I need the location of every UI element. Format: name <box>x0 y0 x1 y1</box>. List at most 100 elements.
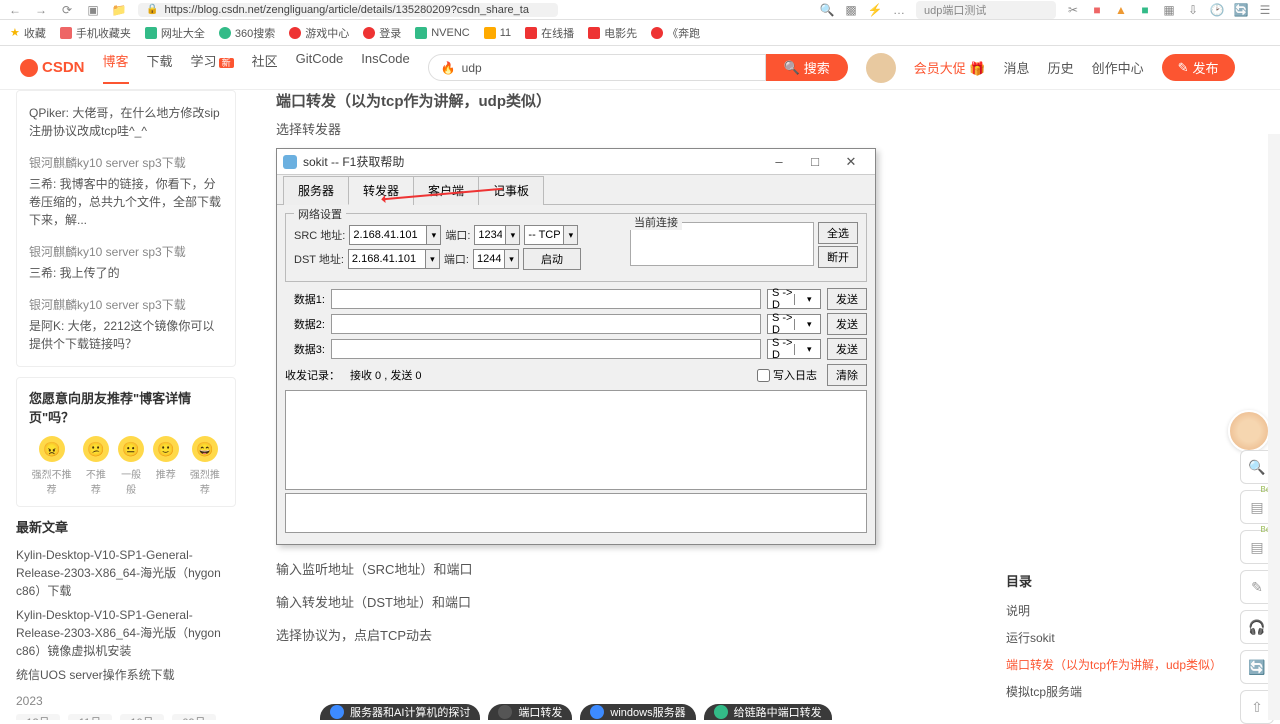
history-icon[interactable]: 🕑 <box>1210 3 1224 17</box>
scissors-icon[interactable]: ✂ <box>1066 3 1080 17</box>
bottom-pill[interactable]: 给链路中端口转发 <box>704 704 832 720</box>
archive-month[interactable]: 12月44篇 <box>16 714 60 720</box>
menu-icon[interactable]: ☰ <box>1258 3 1272 17</box>
article-link[interactable]: Kylin-Desktop-V10-SP1-General-Release-23… <box>16 546 236 600</box>
chevron-down-icon[interactable]: ▾ <box>504 250 518 268</box>
bookmark-item[interactable]: 在线播 <box>525 25 574 41</box>
toc-item[interactable]: 模拟tcp服务端 <box>1006 683 1264 700</box>
dst-ip-combo[interactable]: ▾ <box>348 249 440 269</box>
publish-button[interactable]: ✎ 发布 <box>1162 54 1235 81</box>
ext-icon-1[interactable]: ■ <box>1090 3 1104 17</box>
data3-input[interactable] <box>331 339 761 359</box>
toc-item-active[interactable]: 端口转发（以为tcp作为讲解，udp类似） <box>1006 656 1264 673</box>
tab-server[interactable]: 服务器 <box>283 176 349 205</box>
nav-inscode[interactable]: InsCode <box>361 51 409 84</box>
rating-1[interactable]: 😠强烈不推荐 <box>29 436 74 496</box>
image-icon[interactable]: ▩ <box>844 3 858 17</box>
bookmark-item[interactable]: 360搜索 <box>219 25 275 41</box>
comment-title[interactable]: 银河麒麟ky10 server sp3下载 <box>29 296 223 314</box>
vip-link[interactable]: 会员大促 🎁 <box>914 58 986 77</box>
scrollbar[interactable] <box>1268 134 1280 720</box>
chevron-down-icon[interactable]: ▾ <box>426 226 440 244</box>
bottom-pill[interactable]: 端口转发 <box>488 704 572 720</box>
create-link[interactable]: 创作中心 <box>1092 58 1144 77</box>
search-input[interactable]: 🔥 udp <box>428 54 766 81</box>
direction-select[interactable]: S -> D▾ <box>767 314 821 334</box>
nav-download[interactable]: 下载 <box>147 51 173 84</box>
url-bar[interactable]: 🔒 https://blog.csdn.net/zengliguang/arti… <box>138 3 558 17</box>
src-ip-combo[interactable]: ▾ <box>349 225 441 245</box>
direction-select[interactable]: S -> D▾ <box>767 339 821 359</box>
rating-5[interactable]: 😄强烈推荐 <box>187 436 223 496</box>
direction-select[interactable]: S -> D▾ <box>767 289 821 309</box>
minimize-button[interactable]: – <box>761 152 797 172</box>
dst-port-combo[interactable]: ▾ <box>473 249 519 269</box>
bookmark-item[interactable]: 《奔跑 <box>651 25 700 41</box>
bookmark-item[interactable]: 游戏中心 <box>289 25 349 41</box>
rating-4[interactable]: 🙂推荐 <box>153 436 179 496</box>
nav-blog[interactable]: 博客 <box>103 51 129 84</box>
nav-community[interactable]: 社区 <box>252 51 278 84</box>
article-link[interactable]: 统信UOS server操作系统下载 <box>16 666 236 684</box>
reload-icon[interactable]: ⟳ <box>60 3 74 17</box>
folder-icon[interactable]: 📁 <box>112 3 126 17</box>
select-all-button[interactable]: 全选 <box>818 222 858 244</box>
ext-icon-3[interactable]: ■ <box>1138 3 1152 17</box>
more-icon[interactable]: … <box>892 3 906 17</box>
close-button[interactable]: ✕ <box>833 152 869 172</box>
archive-month[interactable]: 10月37篇 <box>120 714 164 720</box>
maximize-button[interactable]: □ <box>797 152 833 172</box>
chevron-down-icon[interactable]: ▾ <box>505 226 519 244</box>
comment-title[interactable]: 银河麒麟ky10 server sp3下载 <box>29 243 223 261</box>
chevron-down-icon[interactable]: ▾ <box>563 226 577 244</box>
chevron-down-icon[interactable]: ▾ <box>425 250 439 268</box>
archive-month[interactable]: 11月75篇 <box>68 714 112 720</box>
rating-2[interactable]: 😕不推荐 <box>82 436 109 496</box>
input-area[interactable] <box>285 493 867 533</box>
bottom-pill[interactable]: 服务器和AI计算机的探讨 <box>320 704 480 720</box>
assistant-avatar[interactable] <box>1228 410 1270 452</box>
browser-search[interactable]: udp端口测试 <box>916 1 1056 19</box>
user-avatar[interactable] <box>866 53 896 83</box>
csdn-logo[interactable]: CSDN <box>20 59 85 77</box>
disconnect-button[interactable]: 断开 <box>818 246 858 268</box>
tab-icon[interactable]: ▣ <box>86 3 100 17</box>
src-port-combo[interactable]: ▾ <box>474 225 520 245</box>
sync-icon[interactable]: 🔄 <box>1234 3 1248 17</box>
ext-icon-2[interactable]: ▲ <box>1114 3 1128 17</box>
bookmark-item[interactable]: 登录 <box>363 25 401 41</box>
history-link[interactable]: 历史 <box>1048 58 1074 77</box>
article-link[interactable]: Kylin-Desktop-V10-SP1-General-Release-23… <box>16 606 236 660</box>
bookmark-item[interactable]: 11 <box>484 27 511 39</box>
log-area[interactable] <box>285 390 867 490</box>
bookmark-item[interactable]: ★收藏 <box>10 25 46 41</box>
bottom-pill[interactable]: windows服务器 <box>580 704 695 720</box>
bookmark-item[interactable]: 手机收藏夹 <box>60 25 131 41</box>
bookmark-item[interactable]: 网址大全 <box>145 25 205 41</box>
archive-month[interactable]: 09月53篇 <box>172 714 216 720</box>
bookmark-item[interactable]: 电影先 <box>588 25 637 41</box>
archive-year[interactable]: 2023 <box>16 694 236 708</box>
comment-title[interactable]: 银河麒麟ky10 server sp3下载 <box>29 154 223 172</box>
comment-item[interactable]: QPiker: 大佬哥，在什么地方修改sip注册协议改成tcp哇^_^ <box>29 104 223 140</box>
data2-input[interactable] <box>331 314 761 334</box>
nav-learn[interactable]: 学习新 <box>191 51 234 84</box>
zoom-icon[interactable]: 🔍 <box>820 3 834 17</box>
send-button-1[interactable]: 发送 <box>827 288 867 310</box>
rating-3[interactable]: 😐一般般 <box>118 436 145 496</box>
nav-gitcode[interactable]: GitCode <box>296 51 344 84</box>
apps-icon[interactable]: ▦ <box>1162 3 1176 17</box>
send-button-3[interactable]: 发送 <box>827 338 867 360</box>
toc-item[interactable]: 运行sokit <box>1006 629 1264 646</box>
start-button[interactable]: 启动 <box>523 248 581 270</box>
bolt-icon[interactable]: ⚡ <box>868 3 882 17</box>
data1-input[interactable] <box>331 289 761 309</box>
forward-icon[interactable]: → <box>34 3 48 17</box>
bookmark-item[interactable]: NVENC <box>415 27 470 39</box>
back-icon[interactable]: ← <box>8 3 22 17</box>
download-icon[interactable]: ⇩ <box>1186 3 1200 17</box>
proto-combo[interactable]: ▾ <box>524 225 578 245</box>
clear-button[interactable]: 清除 <box>827 364 867 386</box>
send-button-2[interactable]: 发送 <box>827 313 867 335</box>
search-button[interactable]: 🔍 搜索 <box>766 54 848 81</box>
